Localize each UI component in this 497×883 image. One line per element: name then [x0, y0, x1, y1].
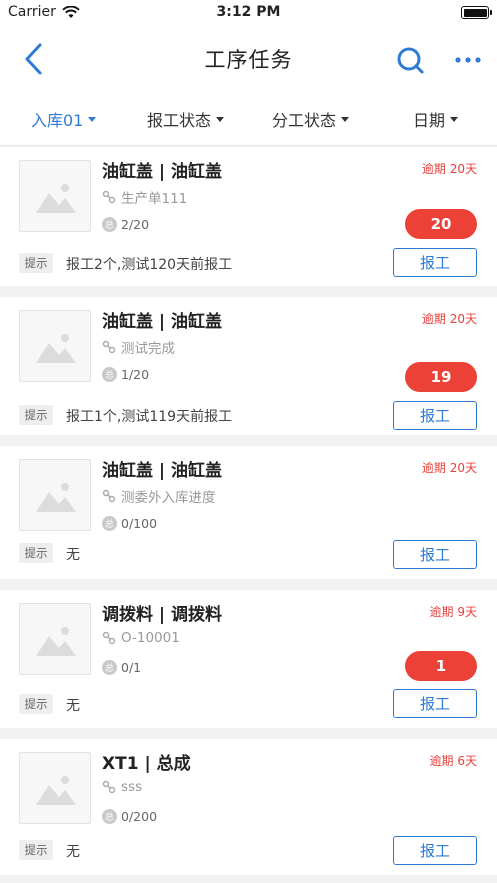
search-icon[interactable] [394, 44, 426, 76]
filter-label: 分工状态 [272, 111, 337, 130]
overdue-label: 逾期 20天 [421, 162, 477, 176]
report-button[interactable]: 报工 [393, 689, 477, 718]
task-subtitle: 生产单111 [102, 187, 187, 207]
task-subtitle-text: 测委外入库进度 [121, 490, 216, 506]
task-count: 总 0/1 [102, 660, 141, 675]
task-card[interactable]: 调拨料 | 调拨料 O-10001 总 0/1 逾期 9天 1 提示 无 报工 [0, 590, 497, 728]
task-subtitle: 测委外入库进度 [102, 486, 216, 506]
hint-tag: 提示 [19, 840, 53, 860]
task-title: 调拨料 | 调拨料 [102, 605, 223, 625]
task-count: 总 0/200 [102, 809, 157, 824]
task-count-text: 0/100 [121, 516, 158, 531]
task-card[interactable]: 油缸盖 | 油缸盖 生产单111 总 2/20 逾期 20天 20 提示 报工2… [0, 147, 497, 286]
hint-text: 无 [66, 844, 80, 860]
total-icon: 总 [102, 217, 117, 232]
more-icon[interactable] [452, 44, 484, 76]
status-bar: Carrier 3:12 PM [0, 0, 497, 26]
total-icon: 总 [102, 516, 117, 531]
process-icon [102, 489, 116, 503]
hint-tag: 提示 [19, 543, 53, 563]
total-icon: 总 [102, 367, 117, 382]
task-count: 总 0/100 [102, 516, 157, 531]
filter-report-status[interactable]: 报工状态 [147, 107, 225, 131]
task-subtitle: O-10001 [102, 630, 180, 646]
filter-assign-status[interactable]: 分工状态 [272, 107, 350, 131]
filter-label: 日期 [413, 111, 446, 130]
status-time: 3:12 PM [216, 4, 281, 20]
total-icon: 总 [102, 660, 117, 675]
image-placeholder-icon [19, 459, 91, 531]
process-icon [102, 631, 116, 645]
report-button[interactable]: 报工 [393, 401, 477, 430]
task-card[interactable]: 油缸盖 | 油缸盖 测试完成 总 1/20 逾期 20天 19 提示 报工1个,… [0, 297, 497, 435]
task-title: XT1 | 总成 [102, 754, 191, 774]
hint-tag: 提示 [19, 253, 53, 273]
report-button[interactable]: 报工 [393, 248, 477, 277]
image-placeholder-icon [19, 310, 91, 382]
task-card[interactable]: 油缸盖 | 油缸盖 测委外入库进度 总 0/100 逾期 20天 提示 无 报工 [0, 446, 497, 579]
task-count-text: 1/20 [121, 367, 150, 382]
task-subtitle-text: 生产单111 [121, 191, 188, 207]
caret-down-icon [341, 117, 350, 122]
task-count-text: 2/20 [121, 217, 150, 232]
image-placeholder-icon [19, 603, 91, 675]
overdue-label: 逾期 6天 [429, 754, 477, 768]
process-icon [102, 780, 116, 794]
task-subtitle-text: sss [121, 779, 143, 795]
task-count: 总 1/20 [102, 367, 149, 382]
hint-text: 报工2个,测试120天前报工 [66, 257, 233, 273]
image-placeholder-icon [19, 160, 91, 232]
filter-warehouse[interactable]: 入库01 [31, 107, 97, 131]
report-button[interactable]: 报工 [393, 540, 477, 569]
battery-icon [461, 6, 492, 19]
caret-down-icon [450, 117, 459, 122]
task-count: 总 2/20 [102, 217, 149, 232]
task-subtitle: 测试完成 [102, 337, 175, 357]
task-subtitle-text: O-10001 [121, 630, 180, 646]
caret-down-icon [88, 117, 97, 122]
hint-tag: 提示 [19, 405, 53, 425]
task-subtitle-text: 测试完成 [121, 341, 175, 357]
filter-bar: 入库01 报工状态 分工状态 日期 [0, 90, 497, 146]
filter-label: 入库01 [31, 111, 84, 130]
remaining-badge: 19 [405, 362, 477, 392]
task-count-text: 0/1 [121, 660, 142, 675]
overdue-label: 逾期 20天 [421, 461, 477, 475]
hint-tag: 提示 [19, 694, 53, 714]
report-button[interactable]: 报工 [393, 836, 477, 865]
overdue-label: 逾期 9天 [429, 605, 477, 619]
process-icon [102, 340, 116, 354]
task-title: 油缸盖 | 油缸盖 [102, 162, 223, 182]
task-title: 油缸盖 | 油缸盖 [102, 312, 223, 332]
hint-text: 无 [66, 547, 80, 563]
total-icon: 总 [102, 809, 117, 824]
caret-down-icon [216, 117, 225, 122]
image-placeholder-icon [19, 752, 91, 824]
filter-date[interactable]: 日期 [413, 107, 459, 131]
task-title: 油缸盖 | 油缸盖 [102, 461, 223, 481]
filter-label: 报工状态 [147, 111, 212, 130]
remaining-badge: 1 [405, 651, 477, 681]
process-icon [102, 190, 116, 204]
task-card[interactable]: XT1 | 总成 sss 总 0/200 逾期 6天 提示 无 报工 [0, 739, 497, 875]
overdue-label: 逾期 20天 [421, 312, 477, 326]
task-count-text: 0/200 [121, 809, 158, 824]
remaining-badge: 20 [405, 209, 477, 239]
task-subtitle: sss [102, 779, 142, 795]
hint-text: 报工1个,测试119天前报工 [66, 409, 233, 425]
hint-text: 无 [66, 698, 80, 714]
nav-bar: 工序任务 [0, 26, 497, 90]
